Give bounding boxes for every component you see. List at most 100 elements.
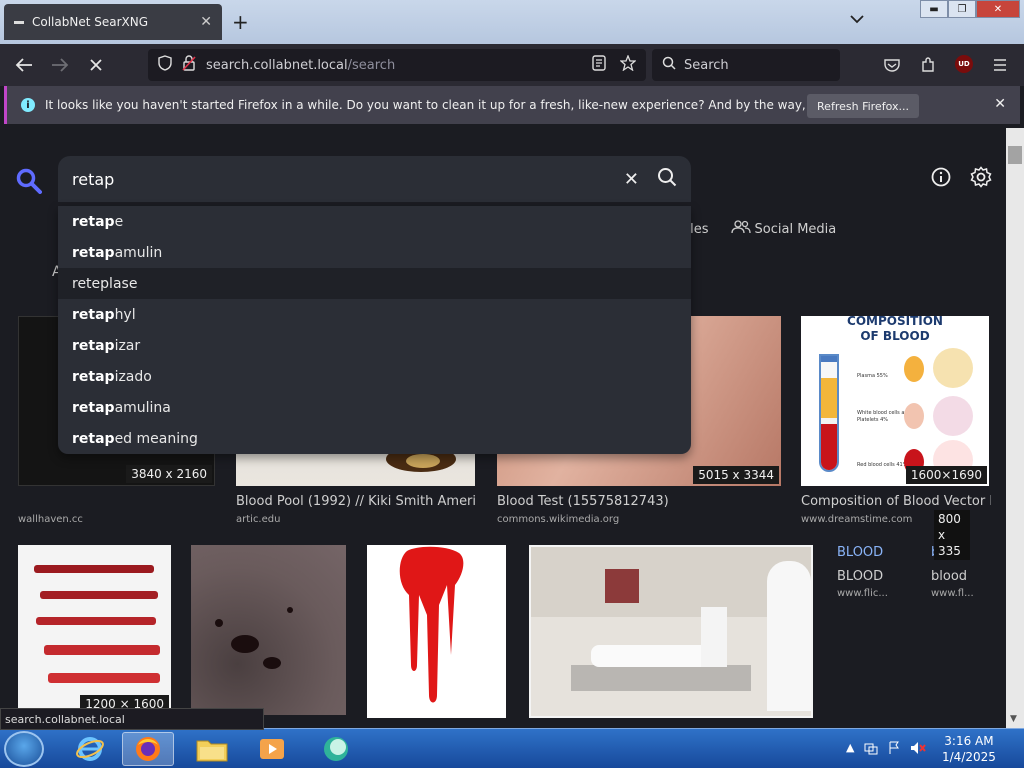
- suggestion-match-text: retap: [72, 213, 115, 230]
- plasma-drop-icon: [904, 356, 924, 382]
- hospital-poster: [605, 569, 639, 603]
- suggestion-rest-text: ed meaning: [114, 430, 198, 447]
- blood-pool-highlight: [406, 454, 440, 468]
- autocomplete-suggestion[interactable]: retap izado: [58, 361, 691, 392]
- tray-expand-icon[interactable]: ▲: [846, 741, 854, 758]
- result-title-blood-test[interactable]: Blood Test (15575812743): [497, 494, 781, 509]
- suggestion-match-text: retap: [72, 368, 115, 385]
- internet-explorer-icon[interactable]: [64, 732, 116, 766]
- list-tabs-chevron-icon[interactable]: [850, 12, 864, 28]
- back-arrow-icon[interactable]: [12, 53, 36, 77]
- notification-close-icon[interactable]: ✕: [994, 96, 1006, 112]
- result-title-blood-pool[interactable]: Blood Pool (1992) // Kiki Smith Americ..…: [236, 494, 476, 509]
- insecure-lock-icon[interactable]: [182, 55, 196, 75]
- preferences-gear-icon[interactable]: [970, 166, 992, 188]
- suggestion-rest-text: izar: [114, 337, 141, 354]
- tab-social-media[interactable]: Social Media: [730, 220, 836, 238]
- test-tube-icon: [819, 354, 839, 472]
- network-icon[interactable]: [864, 741, 878, 758]
- page-content: retap ✕ Files Social Media A retap e ret…: [0, 128, 1006, 728]
- page-scrollbar[interactable]: ▼: [1006, 128, 1024, 728]
- result-image-blood-drops[interactable]: [191, 545, 346, 715]
- blood-card-2-title[interactable]: blood: [931, 569, 1001, 584]
- blood-card-1-title[interactable]: BLOOD: [837, 569, 917, 584]
- extensions-puzzle-icon[interactable]: [916, 53, 940, 77]
- shield-icon[interactable]: [158, 55, 172, 75]
- clear-search-icon[interactable]: ✕: [624, 169, 639, 190]
- system-tray: ▲: [846, 741, 927, 758]
- result-source-dreamstime[interactable]: www.dreamstime.com: [801, 514, 921, 525]
- bookmark-star-icon[interactable]: [619, 54, 637, 75]
- reader-view-icon[interactable]: [592, 55, 606, 75]
- forward-arrow-icon[interactable]: [48, 53, 72, 77]
- suggestion-rest-text: hyl: [114, 306, 136, 323]
- new-tab-icon[interactable]: +: [232, 10, 249, 34]
- suggestion-rest-text: amulin: [114, 244, 163, 261]
- minimize-icon[interactable]: ▬: [920, 0, 948, 18]
- tab-close-icon[interactable]: ✕: [200, 14, 212, 30]
- screen: CollabNet SearXNG ✕ + ▬ ❐ ✕ search.colla…: [0, 0, 1024, 768]
- result-image-syringes[interactable]: 1200 × 1600: [18, 545, 171, 715]
- suggestion-rest-text: e: [114, 213, 124, 230]
- search-submit-icon[interactable]: [657, 167, 677, 191]
- stop-loading-icon[interactable]: [84, 53, 108, 77]
- url-bar[interactable]: search.collabnet.local/search: [148, 49, 646, 81]
- tooltip-line1: 800: [938, 512, 961, 526]
- autocomplete-suggestion[interactable]: retap amulin: [58, 237, 691, 268]
- autocomplete-suggestion[interactable]: retap izar: [58, 330, 691, 361]
- autocomplete-suggestion[interactable]: retap ed meaning: [58, 423, 691, 454]
- refresh-firefox-notification: i It looks like you haven't started Fire…: [4, 86, 1020, 124]
- info-about-icon[interactable]: [930, 166, 952, 188]
- result-image-blood-splash[interactable]: [367, 545, 506, 718]
- suggestion-match-text: retap: [72, 306, 115, 323]
- chat-app-icon[interactable]: [310, 732, 362, 766]
- autocomplete-suggestion[interactable]: retap hyl: [58, 299, 691, 330]
- media-player-icon[interactable]: [246, 732, 298, 766]
- browser-search-input[interactable]: Search: [652, 49, 840, 81]
- windows-taskbar: ▲ 3:16 AM 1/4/2025: [0, 728, 1024, 768]
- ublock-extension-icon[interactable]: UD: [955, 55, 973, 73]
- blood-card-1-thumb-label[interactable]: BLOOD: [837, 545, 883, 560]
- result-image-hospital[interactable]: [529, 545, 813, 718]
- taskbar-clock[interactable]: 3:16 AM 1/4/2025: [942, 733, 996, 765]
- autocomplete-suggestion[interactable]: retap amulina: [58, 392, 691, 423]
- result-source-wikimedia[interactable]: commons.wikimedia.org: [497, 514, 781, 525]
- nurse: [701, 607, 727, 667]
- scrollbar-thumb[interactable]: [1008, 146, 1022, 164]
- tooltip-line2: x: [938, 528, 946, 542]
- result-source-wallhaven[interactable]: wallhaven.cc: [18, 514, 208, 525]
- app-menu-hamburger-icon[interactable]: [988, 53, 1012, 77]
- suggestion-rest-text: izado: [114, 368, 152, 385]
- plasma-cells-circle: [933, 348, 973, 388]
- file-explorer-icon[interactable]: [186, 732, 238, 766]
- result-source-artic[interactable]: artic.edu: [236, 514, 436, 525]
- drop-3: [215, 619, 223, 627]
- restore-icon[interactable]: ❐: [948, 0, 976, 18]
- syringe-1: [34, 565, 154, 573]
- volume-muted-icon[interactable]: [910, 741, 927, 758]
- result-image-composition-of-blood[interactable]: COMPOSITION OF BLOOD Plasma 55% White bl…: [801, 316, 989, 486]
- scroll-down-arrow-icon[interactable]: ▼: [1010, 714, 1017, 724]
- url-path: /search: [347, 57, 396, 73]
- clock-date: 1/4/2025: [942, 750, 996, 764]
- firefox-taskbar-icon[interactable]: [122, 732, 174, 766]
- blood-card-1-source[interactable]: www.flic...: [837, 588, 917, 599]
- people-icon: [730, 220, 751, 238]
- refresh-firefox-button[interactable]: Refresh Firefox...: [807, 94, 919, 118]
- browser-tab[interactable]: CollabNet SearXNG ✕: [4, 4, 222, 40]
- autocomplete-suggestion[interactable]: retap e: [58, 206, 691, 237]
- clock-time: 3:16 AM: [944, 734, 994, 748]
- start-button[interactable]: [4, 731, 44, 767]
- result-title-composition-of-blood[interactable]: Composition of Blood Vector Ill...: [801, 494, 991, 509]
- search-query-input[interactable]: retap ✕: [58, 156, 691, 202]
- autocomplete-dropdown: retap e retap amulin reteplase retap hyl retap i…: [58, 206, 691, 454]
- blood-card-2-source[interactable]: www.fl...: [931, 588, 1001, 599]
- tab-title: CollabNet SearXNG: [32, 15, 149, 29]
- searxng-logo-icon[interactable]: [16, 168, 42, 194]
- action-center-flag-icon[interactable]: [888, 741, 900, 758]
- drop-4: [287, 607, 293, 613]
- autocomplete-suggestion[interactable]: reteplase: [58, 268, 691, 299]
- window-close-icon[interactable]: ✕: [976, 0, 1020, 18]
- search-placeholder: Search: [684, 57, 729, 73]
- pocket-icon[interactable]: [880, 53, 904, 77]
